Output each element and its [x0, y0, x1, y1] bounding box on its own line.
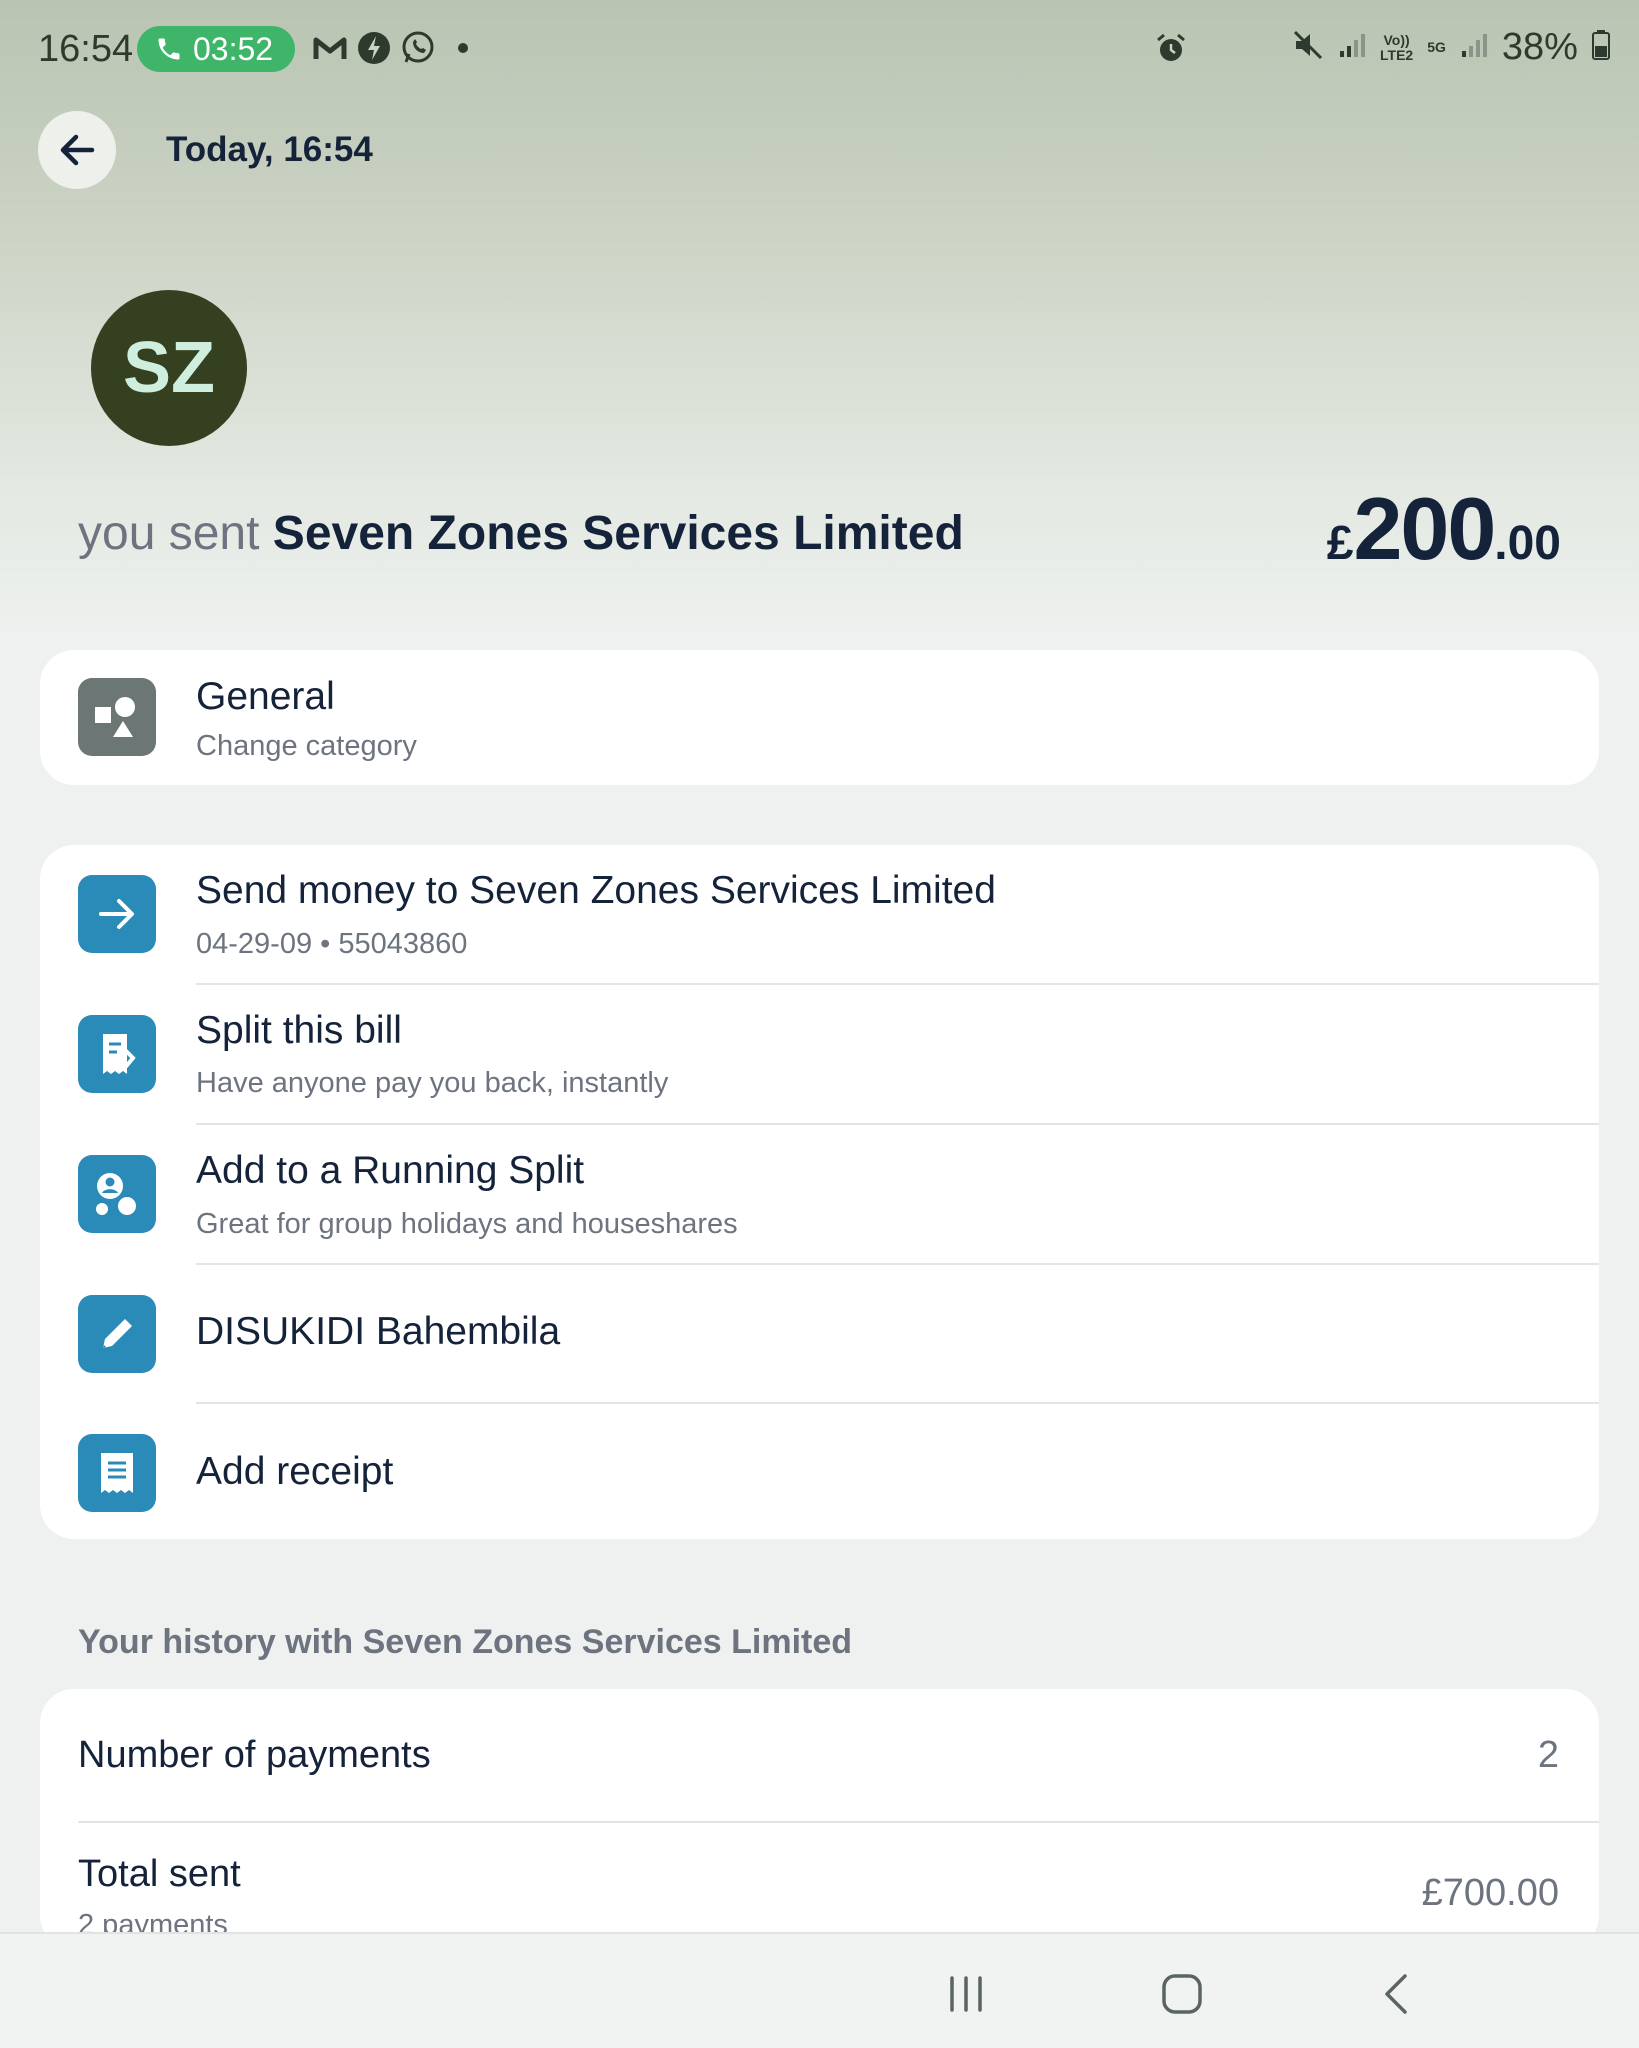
- amount-minor: .00: [1494, 517, 1561, 570]
- group-icon: [78, 1155, 156, 1233]
- payments-count-label: Number of payments: [78, 1734, 431, 1776]
- total-sent-label: Total sent: [78, 1853, 241, 1895]
- app-notification-icon: [356, 30, 392, 66]
- total-sent-value: £700.00: [1421, 1872, 1559, 1914]
- ongoing-call-pill[interactable]: 03:52: [137, 26, 295, 72]
- send-money-row[interactable]: Send money to Seven Zones Services Limit…: [40, 845, 1599, 985]
- status-time: 16:54: [38, 28, 134, 70]
- mute-icon: [1292, 29, 1324, 66]
- history-section-label: Your history with Seven Zones Services L…: [78, 1623, 853, 1661]
- alarm-icon: [1155, 32, 1187, 69]
- recent-apps-icon: [950, 1976, 982, 2012]
- running-split-title: Add to a Running Split: [196, 1149, 585, 1192]
- payments-count-value: 2: [1537, 1734, 1559, 1776]
- add-receipt-row[interactable]: Add receipt: [40, 1404, 1599, 1539]
- pencil-icon: [78, 1295, 156, 1373]
- history-card: Number of payments 2 Total sent 2 paymen…: [40, 1689, 1599, 1949]
- battery-percent: 38%: [1501, 26, 1578, 68]
- split-bill-subtitle: Have anyone pay you back, instantly: [196, 1067, 669, 1099]
- actions-card: Send money to Seven Zones Services Limit…: [40, 845, 1599, 1539]
- send-money-title: Send money to Seven Zones Services Limit…: [196, 869, 996, 912]
- phone-icon: [158, 38, 180, 60]
- category-title: General: [196, 675, 335, 718]
- battery-icon: [1591, 30, 1610, 65]
- category-card[interactable]: General Change category: [40, 650, 1599, 785]
- call-timer: 03:52: [193, 30, 274, 67]
- sent-prefix: you sent: [78, 507, 260, 560]
- signal-icon-2: [1460, 31, 1488, 64]
- avatar: SZ: [91, 290, 247, 446]
- more-notifications-dot: [458, 43, 468, 53]
- home-button[interactable]: [1152, 1964, 1212, 2024]
- system-status-icons: Vo)) LTE2 5G 38%: [1292, 26, 1610, 69]
- payments-count-row: Number of payments 2: [40, 1689, 1599, 1823]
- volte-indicator: Vo)) LTE2: [1380, 31, 1414, 63]
- receipt-icon: [78, 1434, 156, 1512]
- total-sent-row: Total sent 2 payments £700.00: [40, 1823, 1599, 1949]
- transaction-description: you sent Seven Zones Services Limited: [78, 506, 964, 561]
- notification-icons: [312, 30, 468, 66]
- arrow-left-icon: [60, 134, 95, 166]
- signal-icon: [1338, 31, 1366, 64]
- network-5g-indicator: 5G: [1427, 39, 1446, 55]
- category-shapes-icon: [78, 678, 156, 756]
- transaction-amount: £200.00: [1327, 478, 1561, 580]
- whatsapp-icon: [400, 30, 436, 66]
- account-details: 04-29-09 • 55043860: [196, 928, 468, 960]
- running-split-row[interactable]: Add to a Running Split Great for group h…: [40, 1125, 1599, 1265]
- nav-back-button[interactable]: [1368, 1964, 1428, 2024]
- status-bar: 16:54 03:52 Vo)) LTE2 5G 38%: [0, 0, 1639, 100]
- running-split-subtitle: Great for group holidays and houseshares: [196, 1208, 738, 1240]
- system-nav-bar: [0, 1932, 1639, 2048]
- add-receipt-label: Add receipt: [196, 1450, 394, 1493]
- recipient-name: Seven Zones Services Limited: [272, 507, 964, 560]
- page-title: Today, 16:54: [166, 130, 373, 169]
- home-icon: [1162, 1974, 1202, 2014]
- split-bill-icon: [78, 1015, 156, 1093]
- note-row[interactable]: DISUKIDI Bahembila: [40, 1265, 1599, 1404]
- amount-currency: £: [1326, 517, 1354, 570]
- back-button[interactable]: [38, 111, 116, 189]
- chevron-left-icon: [1385, 1974, 1407, 2014]
- amount-major: 200: [1353, 479, 1496, 578]
- category-subtitle: Change category: [196, 730, 417, 762]
- recent-apps-button[interactable]: [936, 1964, 996, 2024]
- split-bill-title: Split this bill: [196, 1009, 402, 1052]
- gmail-icon: [312, 30, 348, 66]
- split-bill-row[interactable]: Split this bill Have anyone pay you back…: [40, 985, 1599, 1125]
- category-row[interactable]: General Change category: [40, 650, 1599, 785]
- note-text: DISUKIDI Bahembila: [196, 1310, 561, 1353]
- arrow-right-icon: [78, 875, 156, 953]
